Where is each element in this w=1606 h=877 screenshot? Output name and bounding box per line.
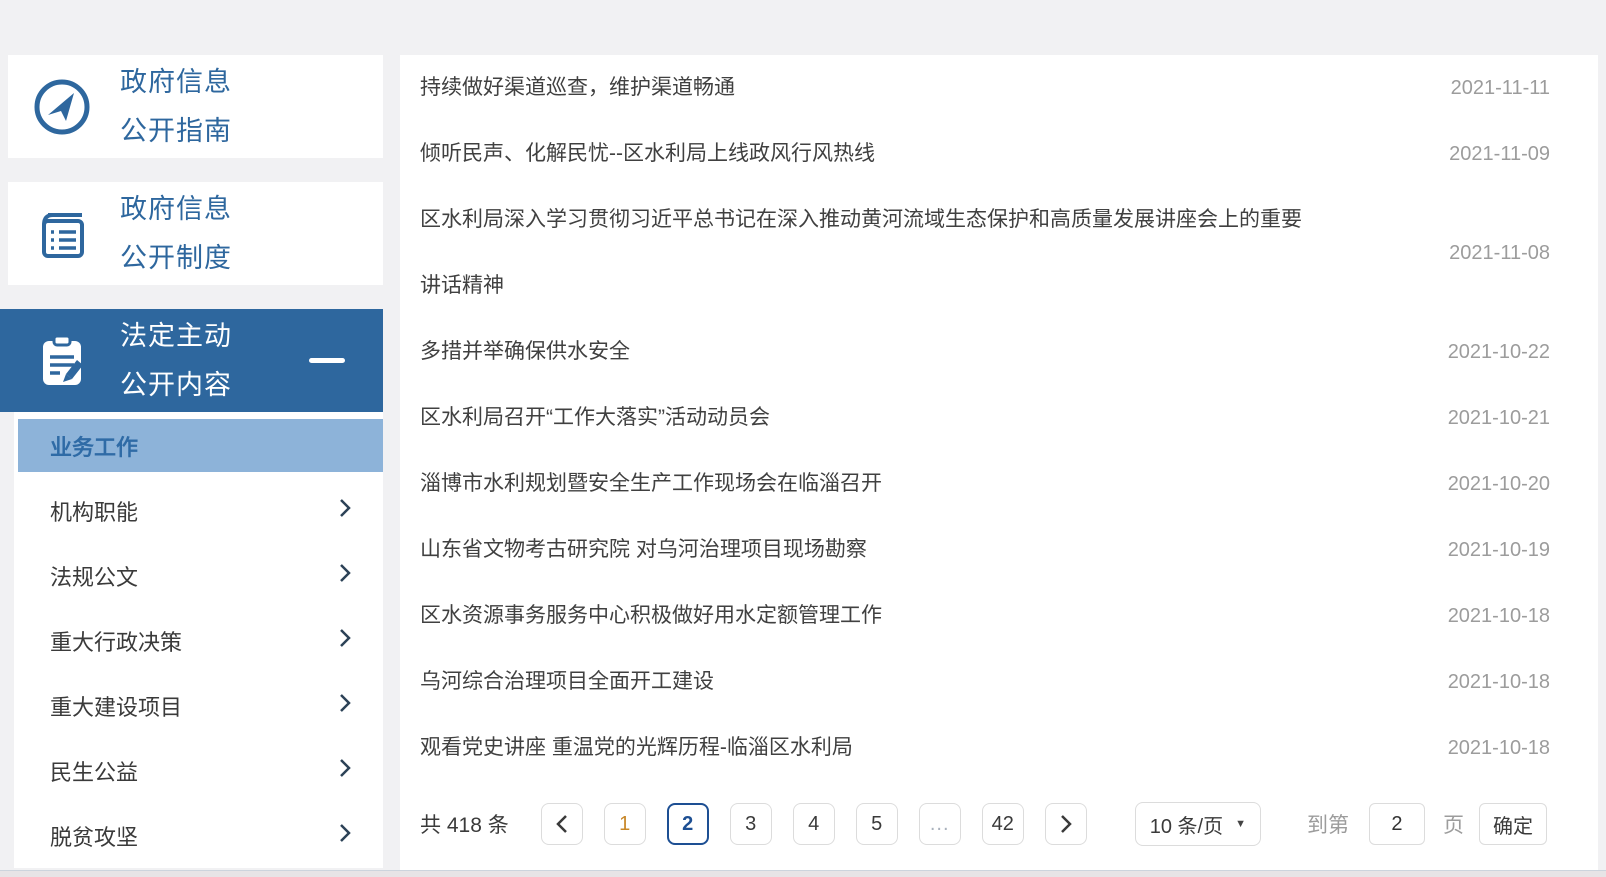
chevron-right-icon — [337, 692, 353, 720]
news-date: 2021-10-22 — [1447, 340, 1550, 363]
sidebar-section-statutory-disclosure[interactable]: 法定主动 公开内容 — [0, 309, 383, 412]
news-title[interactable]: 持续做好渠道巡查，维护渠道畅通 — [420, 55, 735, 121]
submenu: 业务工作 机构职能 法规公文 重大行政决策 重大建设项目 民生公益 脱贫攻坚 — [14, 412, 383, 868]
submenu-item-major-decisions[interactable]: 重大行政决策 — [14, 608, 383, 673]
submenu-label: 民生公益 — [50, 759, 139, 785]
submenu-label: 机构职能 — [50, 499, 139, 525]
sidebar-section-label-line1: 法定主动 — [120, 320, 232, 351]
bottom-strip — [0, 870, 1606, 877]
sidebar-section-label-line1: 政府信息 — [120, 66, 232, 97]
news-row[interactable]: 山东省文物考古研究院 对乌河治理项目现场勘察 2021-10-19 — [420, 517, 1550, 583]
sidebar-section-info-system[interactable]: 政府信息 公开制度 — [8, 182, 383, 285]
notebook-icon — [30, 202, 94, 266]
news-list: 持续做好渠道巡查，维护渠道畅通 2021-11-11 倾听民声、化解民忧--区水… — [400, 55, 1598, 781]
page-size-select[interactable]: 10 条/页 ▼ — [1134, 802, 1261, 846]
chevron-right-icon — [337, 757, 353, 785]
submenu-item-regulations[interactable]: 法规公文 — [14, 543, 383, 608]
page-size-label: 10 条/页 — [1149, 815, 1224, 838]
submenu-label: 重大建设项目 — [50, 694, 183, 720]
page-button-4[interactable]: 4 — [792, 803, 835, 845]
collapse-minus-icon[interactable] — [309, 358, 345, 363]
news-date: 2021-10-21 — [1447, 406, 1550, 429]
news-title[interactable]: 观看党史讲座 重温党的光辉历程-临淄区水利局 — [420, 715, 853, 781]
submenu-item-major-projects[interactable]: 重大建设项目 — [14, 673, 383, 738]
news-title[interactable]: 区水利局召开“工作大落实”活动动员会 — [420, 385, 770, 451]
sidebar-section-info-guide[interactable]: 政府信息 公开指南 — [8, 55, 383, 158]
pagination: 共 418 条 1 2 3 4 5 ... 42 10 条/页 ▼ 到第 页 确… — [420, 789, 1550, 859]
news-title[interactable]: 淄博市水利规划暨安全生产工作现场会在临淄召开 — [420, 451, 882, 517]
news-row[interactable]: 淄博市水利规划暨安全生产工作现场会在临淄召开 2021-10-20 — [420, 451, 1550, 517]
sidebar: 政府信息 公开指南 政府信息 公开制度 法定主动 公开内容 业务工作 机构职能 … — [0, 55, 383, 868]
page-ellipsis-button[interactable]: ... — [918, 803, 961, 845]
page-button-1[interactable]: 1 — [603, 803, 646, 845]
news-date: 2021-11-09 — [1449, 142, 1550, 165]
chevron-right-icon — [337, 497, 353, 525]
news-title[interactable]: 山东省文物考古研究院 对乌河治理项目现场勘察 — [420, 517, 867, 583]
news-row[interactable]: 区水利局深入学习贯彻习近平总书记在深入推动黄河流域生态保护和高质量发展讲座会上的… — [420, 187, 1550, 319]
news-date: 2021-10-20 — [1447, 472, 1550, 495]
page-button-2-current[interactable]: 2 — [666, 803, 709, 845]
submenu-item-livelihood[interactable]: 民生公益 — [14, 738, 383, 803]
sidebar-section-label-line2: 公开指南 — [120, 115, 232, 146]
news-row[interactable]: 乌河综合治理项目全面开工建设 2021-10-18 — [420, 649, 1550, 715]
news-date: 2021-10-18 — [1447, 670, 1550, 693]
news-title[interactable]: 区水利局深入学习贯彻习近平总书记在深入推动黄河流域生态保护和高质量发展讲座会上的… — [420, 187, 1320, 319]
news-date: 2021-10-19 — [1447, 538, 1550, 561]
submenu-label: 重大行政决策 — [50, 629, 183, 655]
news-title[interactable]: 多措并举确保供水安全 — [420, 319, 630, 385]
page: 政府信息 公开指南 政府信息 公开制度 法定主动 公开内容 业务工作 机构职能 … — [0, 0, 1606, 877]
submenu-item-poverty-alleviation[interactable]: 脱贫攻坚 — [14, 803, 383, 868]
submenu-label: 脱贫攻坚 — [50, 824, 139, 850]
chevron-right-icon — [337, 627, 353, 655]
news-title[interactable]: 区水资源事务服务中心积极做好用水定额管理工作 — [420, 583, 882, 649]
goto-page-input[interactable] — [1368, 803, 1425, 845]
page-button-42[interactable]: 42 — [981, 803, 1024, 845]
dropdown-caret-icon: ▼ — [1235, 818, 1246, 830]
news-row[interactable]: 持续做好渠道巡查，维护渠道畅通 2021-11-11 — [420, 55, 1550, 121]
news-panel: 持续做好渠道巡查，维护渠道畅通 2021-11-11 倾听民声、化解民忧--区水… — [400, 55, 1598, 871]
next-page-button[interactable] — [1044, 803, 1087, 845]
submenu-label: 法规公文 — [50, 564, 139, 590]
chevron-right-icon — [337, 562, 353, 590]
sidebar-section-label-line2: 公开内容 — [120, 369, 232, 400]
news-row[interactable]: 观看党史讲座 重温党的光辉历程-临淄区水利局 2021-10-18 — [420, 715, 1550, 781]
news-date: 2021-10-18 — [1447, 604, 1550, 627]
page-button-5[interactable]: 5 — [855, 803, 898, 845]
goto-prefix-label: 到第 — [1306, 814, 1349, 837]
news-row[interactable]: 多措并举确保供水安全 2021-10-22 — [420, 319, 1550, 385]
news-row[interactable]: 倾听民声、化解民忧--区水利局上线政风行风热线 2021-11-09 — [420, 121, 1550, 187]
page-button-3[interactable]: 3 — [729, 803, 772, 845]
clipboard-pencil-icon — [30, 329, 94, 393]
news-date: 2021-10-18 — [1447, 736, 1550, 759]
news-date: 2021-11-11 — [1450, 76, 1550, 99]
news-title[interactable]: 倾听民声、化解民忧--区水利局上线政风行风热线 — [420, 121, 875, 187]
news-date: 2021-11-08 — [1449, 241, 1550, 264]
confirm-button[interactable]: 确定 — [1478, 803, 1547, 845]
sidebar-section-label-line1: 政府信息 — [120, 193, 232, 224]
submenu-item-business-work[interactable]: 业务工作 — [18, 419, 383, 472]
prev-page-button[interactable] — [540, 803, 583, 845]
chevron-right-icon — [337, 822, 353, 850]
news-row[interactable]: 区水利局召开“工作大落实”活动动员会 2021-10-21 — [420, 385, 1550, 451]
submenu-label: 业务工作 — [50, 434, 139, 460]
goto-suffix-label: 页 — [1442, 814, 1464, 837]
total-count: 共 418 条 — [420, 814, 509, 837]
sidebar-section-label-line2: 公开制度 — [120, 242, 232, 273]
news-row[interactable]: 区水资源事务服务中心积极做好用水定额管理工作 2021-10-18 — [420, 583, 1550, 649]
news-title[interactable]: 乌河综合治理项目全面开工建设 — [420, 649, 714, 715]
submenu-item-org-functions[interactable]: 机构职能 — [14, 478, 383, 543]
compass-icon — [30, 75, 94, 139]
